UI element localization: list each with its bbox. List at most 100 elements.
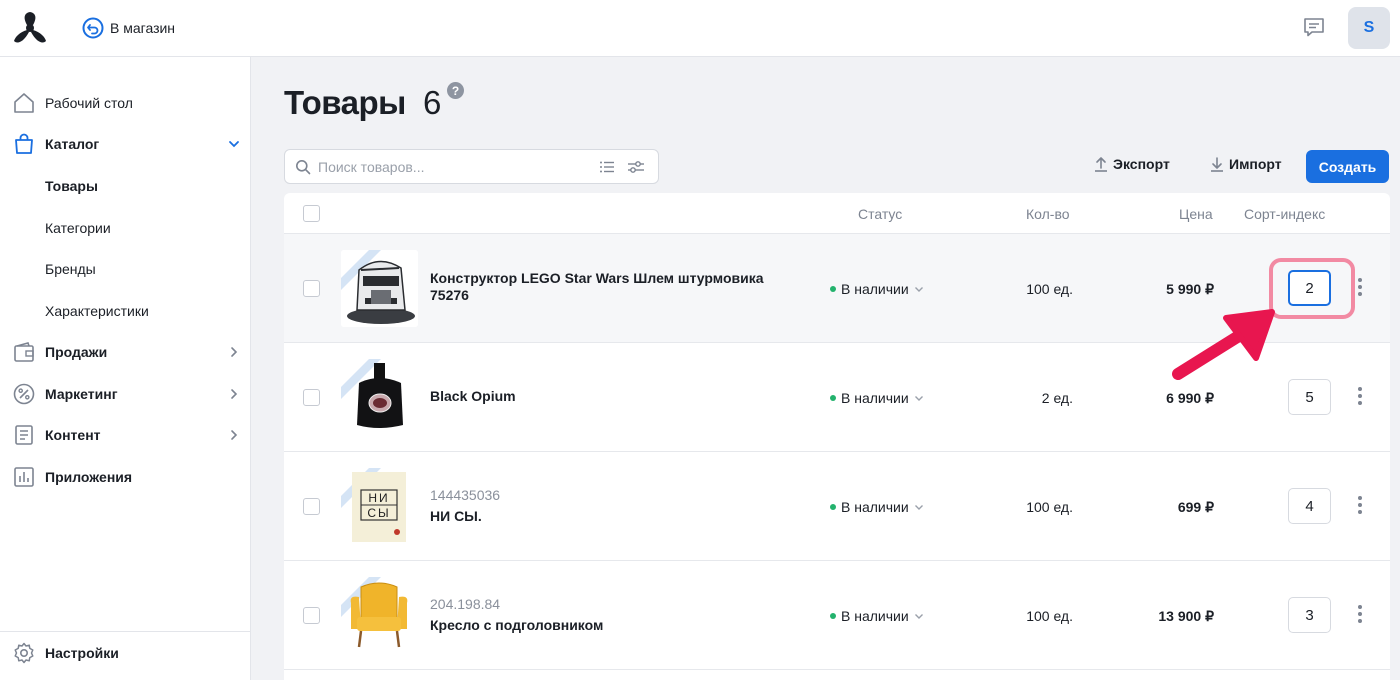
sidebar-divider: [0, 631, 251, 632]
shopping-bag-icon: [15, 133, 33, 154]
product-price: 699 ₽: [1177, 499, 1214, 515]
product-image-perfume: [341, 359, 418, 436]
sidebar-item-label: Каталог: [45, 136, 100, 152]
book-cover-title: НИ СЫ: [367, 491, 391, 520]
sidebar-item-marketing[interactable]: Маркетинг: [0, 374, 251, 414]
store-link[interactable]: В магазин: [82, 17, 175, 39]
import-button[interactable]: Импорт: [1210, 156, 1282, 172]
table-row[interactable]: НИ СЫ 144435036 НИ СЫ. В наличии 100 ед.…: [284, 452, 1390, 561]
product-qty: 100 ед.: [1026, 608, 1073, 624]
sidebar-sub-attributes[interactable]: Характеристики: [45, 303, 149, 319]
help-icon[interactable]: ?: [447, 82, 464, 99]
import-label: Импорт: [1229, 156, 1282, 172]
more-options-icon[interactable]: [1354, 603, 1366, 625]
column-sort-index[interactable]: Сорт-индекс: [1244, 206, 1325, 222]
product-name[interactable]: Кресло с подголовником: [430, 617, 603, 633]
column-qty[interactable]: Кол-во: [1026, 206, 1070, 222]
search-box: [284, 149, 659, 184]
column-price[interactable]: Цена: [1179, 206, 1213, 222]
table-row[interactable]: 204.198.84 Кресло с подголовником В нали…: [284, 561, 1390, 670]
product-name[interactable]: Black Opium: [430, 388, 516, 404]
chevron-down-icon: [914, 614, 923, 619]
product-name[interactable]: НИ СЫ.: [430, 508, 482, 524]
sort-index-input[interactable]: [1288, 379, 1331, 415]
status-label: В наличии: [841, 499, 909, 515]
sort-index-input[interactable]: [1288, 488, 1331, 524]
product-image-book: НИ СЫ: [341, 468, 418, 545]
row-checkbox[interactable]: [303, 607, 320, 624]
bar-chart-icon: [14, 467, 34, 487]
back-to-store-icon: [82, 17, 104, 39]
sidebar-item-sales[interactable]: Продажи: [0, 332, 251, 372]
sidebar-item-label: Приложения: [45, 469, 133, 485]
product-qty: 100 ед.: [1026, 499, 1073, 515]
chevron-right-icon: [231, 347, 238, 357]
product-image-armchair: [341, 577, 418, 654]
status-dot: [830, 286, 836, 292]
status-dropdown[interactable]: В наличии: [830, 499, 924, 515]
search-icon: [296, 160, 311, 175]
status-dropdown[interactable]: В наличии: [830, 281, 924, 297]
avatar[interactable]: S: [1348, 7, 1390, 49]
product-name-line2[interactable]: 75276: [430, 287, 469, 303]
row-checkbox[interactable]: [303, 280, 320, 297]
sidebar: Рабочий стол Каталог Товары Категории Бр…: [0, 57, 251, 680]
select-all-checkbox[interactable]: [303, 205, 320, 222]
status-label: В наличии: [841, 608, 909, 624]
column-status[interactable]: Статус: [858, 206, 902, 222]
status-dot: [830, 395, 836, 401]
document-icon: [15, 425, 33, 445]
sidebar-item-label: Контент: [45, 427, 101, 443]
product-name-line1[interactable]: Конструктор LEGO Star Wars Шлем штурмови…: [430, 270, 764, 286]
search-input[interactable]: [318, 150, 578, 183]
sidebar-sub-categories[interactable]: Категории: [45, 220, 111, 236]
row-checkbox[interactable]: [303, 498, 320, 515]
logo-icon[interactable]: [10, 10, 50, 46]
chevron-down-icon: [914, 396, 923, 401]
status-dropdown[interactable]: В наличии: [830, 608, 924, 624]
product-price: 6 990 ₽: [1166, 390, 1214, 406]
sidebar-sub-products[interactable]: Товары: [45, 178, 98, 194]
chat-icon[interactable]: [1303, 16, 1325, 38]
export-label: Экспорт: [1113, 156, 1170, 172]
list-view-icon[interactable]: [599, 159, 615, 175]
status-dropdown[interactable]: В наличии: [830, 390, 924, 406]
home-icon: [14, 93, 34, 113]
sidebar-item-catalog[interactable]: Каталог: [0, 124, 251, 164]
status-label: В наличии: [841, 390, 909, 406]
more-options-icon[interactable]: [1354, 385, 1366, 407]
more-options-icon[interactable]: [1354, 276, 1366, 298]
chevron-right-icon: [231, 430, 238, 440]
sidebar-sub-brands[interactable]: Бренды: [45, 261, 96, 277]
sort-index-input[interactable]: [1288, 597, 1331, 633]
product-sku: 144435036: [430, 487, 501, 503]
sidebar-item-apps[interactable]: Приложения: [0, 457, 251, 497]
product-price: 5 990 ₽: [1166, 281, 1214, 297]
product-qty: 100 ед.: [1026, 281, 1073, 297]
pointer-arrow-icon: [1172, 309, 1275, 380]
status-label: В наличии: [841, 281, 909, 297]
more-options-icon[interactable]: [1354, 494, 1366, 516]
page-title: Товары: [284, 84, 406, 121]
products-table: Статус Кол-во Цена Сорт-индекс Конструкт…: [284, 193, 1390, 680]
filter-icon[interactable]: [627, 159, 645, 175]
download-icon: [1211, 157, 1223, 172]
export-button[interactable]: Экспорт: [1094, 156, 1170, 172]
chevron-right-icon: [231, 389, 238, 399]
sidebar-item-label: Рабочий стол: [45, 95, 133, 111]
product-price: 13 900 ₽: [1158, 608, 1214, 624]
product-image-lego-helmet: [341, 250, 418, 327]
status-dot: [830, 613, 836, 619]
table-header: Статус Кол-во Цена Сорт-индекс: [284, 193, 1390, 234]
store-link-label: В магазин: [110, 20, 176, 36]
sidebar-item-dashboard[interactable]: Рабочий стол: [0, 83, 251, 123]
product-qty: 2 ед.: [1041, 390, 1073, 406]
wallet-icon: [14, 342, 34, 362]
row-checkbox[interactable]: [303, 389, 320, 406]
chevron-down-icon: [229, 141, 239, 148]
sidebar-item-content[interactable]: Контент: [0, 415, 251, 455]
product-count: 6: [423, 84, 442, 121]
sidebar-item-settings[interactable]: Настройки: [0, 633, 251, 673]
sidebar-item-label: Продажи: [45, 344, 108, 360]
create-button[interactable]: Создать: [1306, 150, 1389, 183]
